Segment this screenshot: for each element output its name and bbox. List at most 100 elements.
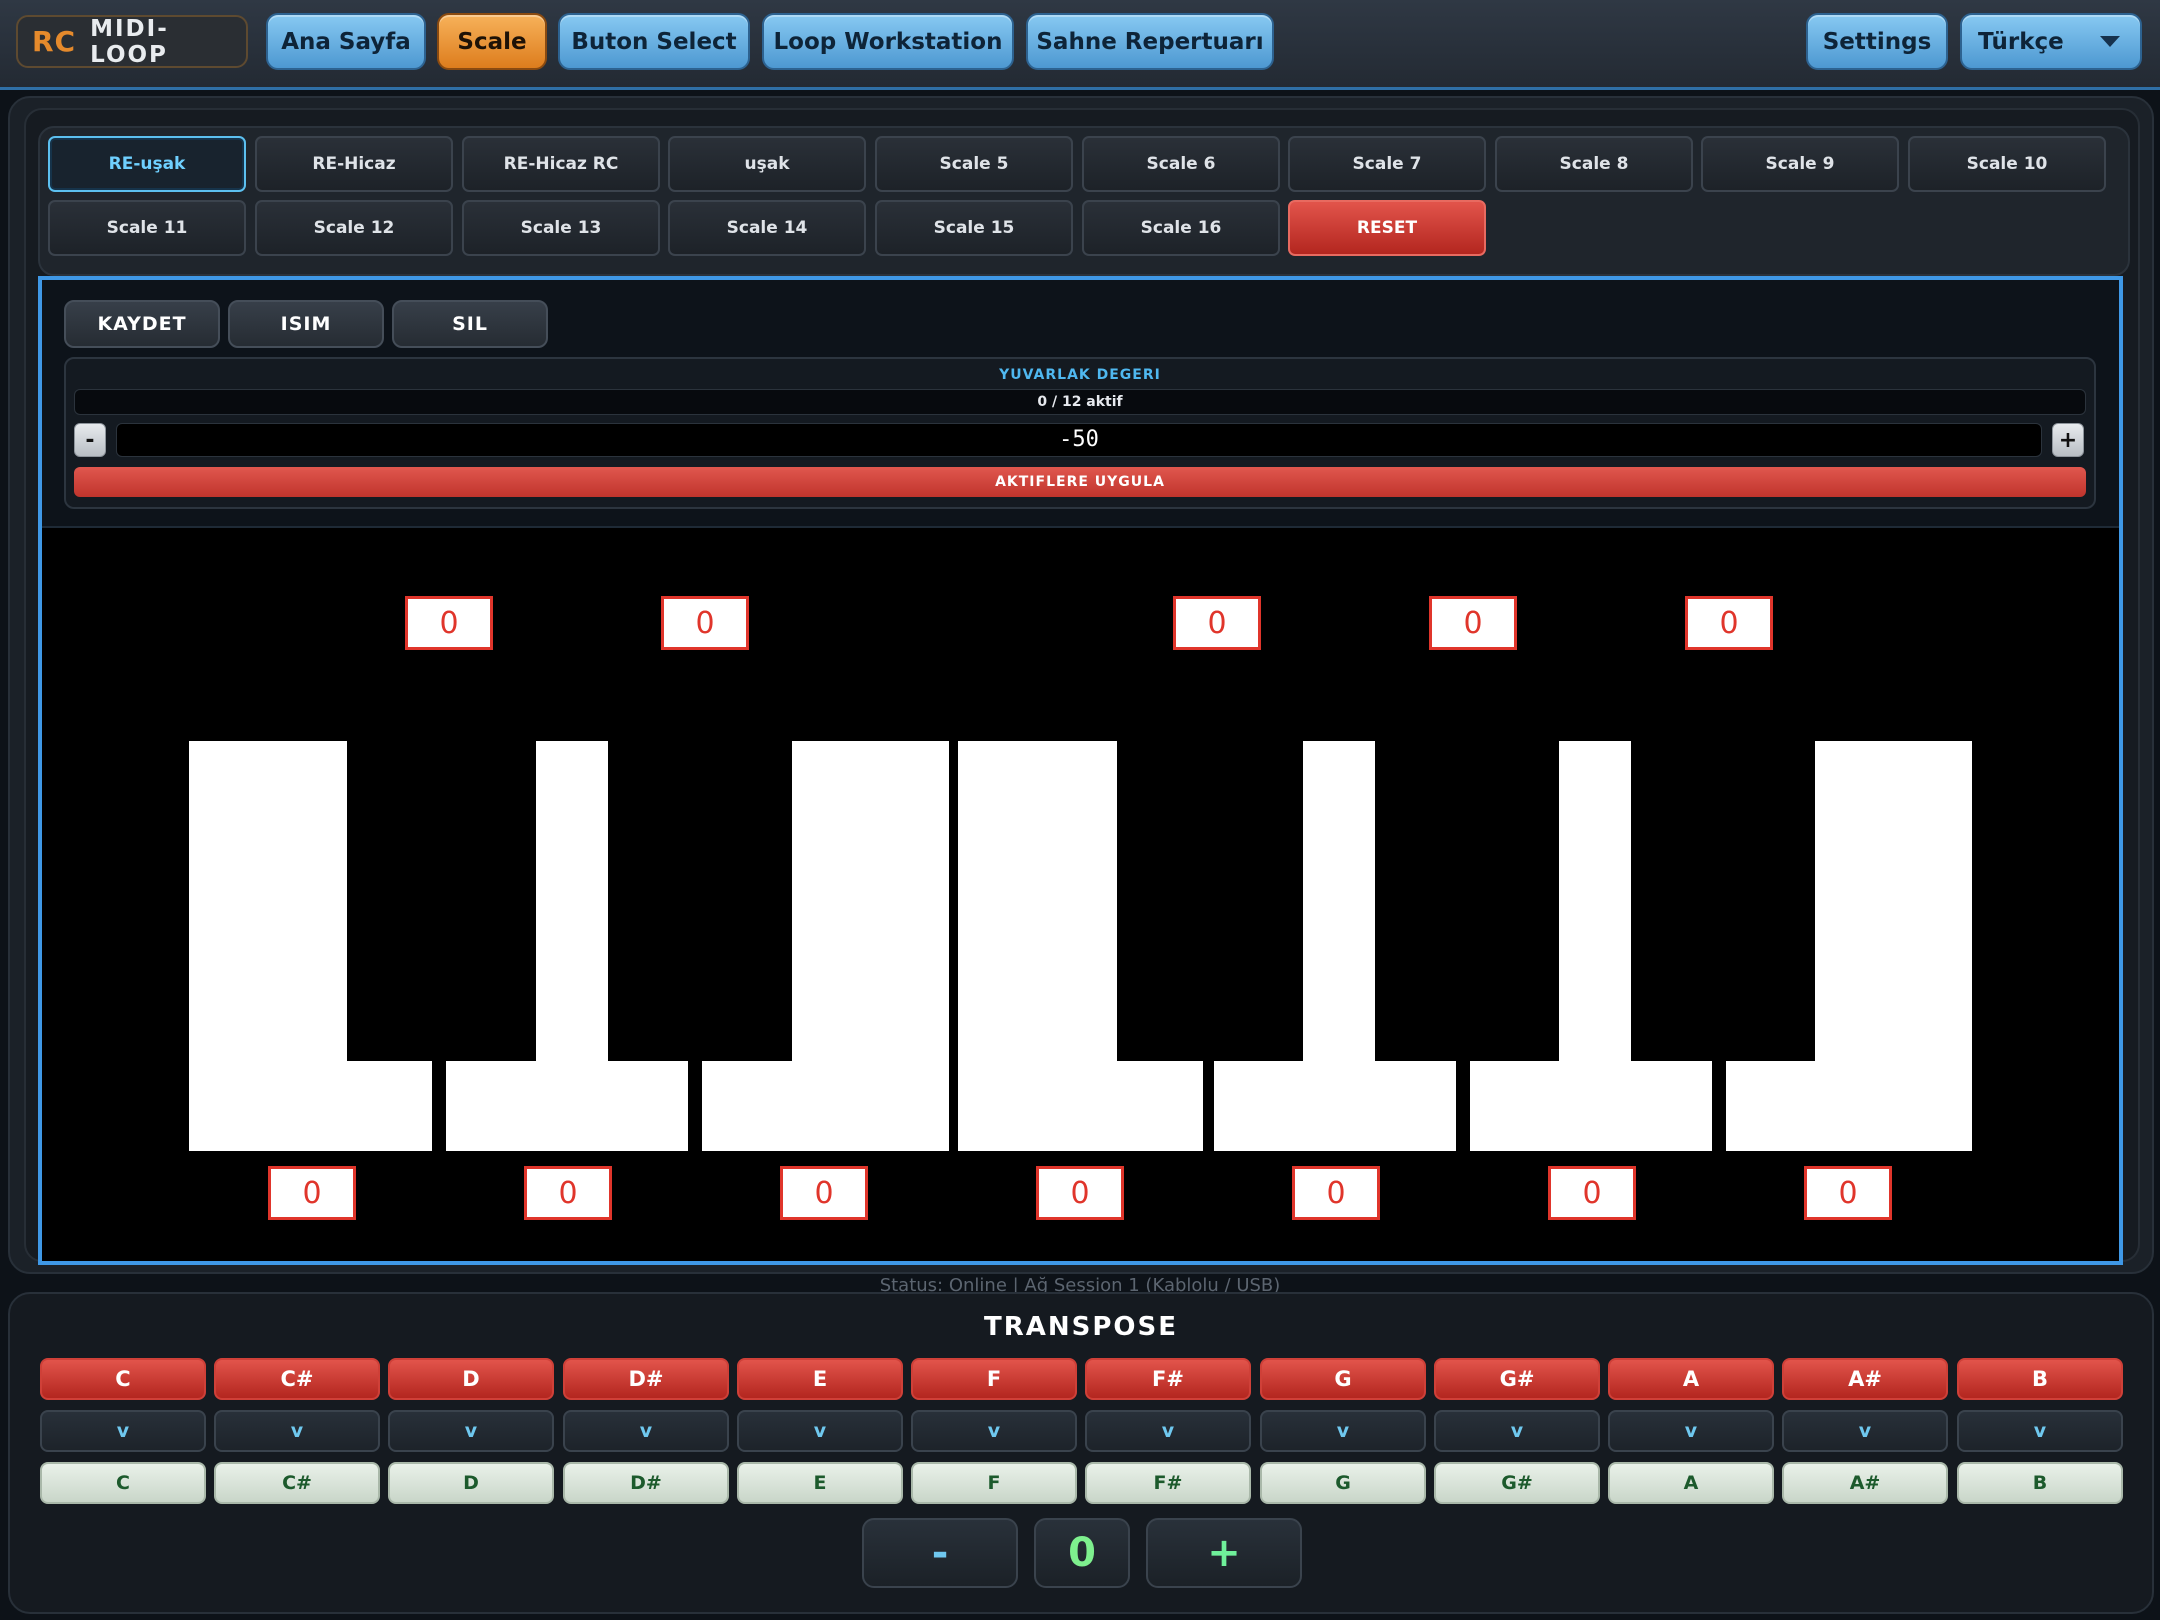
piano-key-a[interactable] [1559, 741, 1631, 1061]
transpose-arrow-a: v [1608, 1410, 1774, 1452]
editor-toolbar: KAYDET ISIM SIL YUVARLAK DEGERI 0 / 12 a… [42, 280, 2119, 528]
white-key-value-a[interactable]: 0 [1548, 1166, 1636, 1220]
logo-rc: RC [32, 25, 77, 58]
transpose-target-f[interactable]: F [911, 1462, 1077, 1504]
scale-button-9[interactable]: Scale 9 [1701, 136, 1899, 192]
round-value-field[interactable]: -50 [116, 423, 2042, 457]
nav-scale[interactable]: Scale [437, 13, 547, 70]
reset-button[interactable]: RESET [1288, 200, 1486, 256]
piano-key-g-base[interactable] [1214, 1061, 1456, 1151]
scale-button-12[interactable]: Scale 12 [255, 200, 453, 256]
piano-key-e[interactable] [792, 741, 949, 1151]
scale-button-10[interactable]: Scale 10 [1908, 136, 2106, 192]
transpose-arrow-b: v [1957, 1410, 2123, 1452]
transpose-source-c-sharp[interactable]: C# [214, 1358, 380, 1400]
transpose-arrow-e: v [737, 1410, 903, 1452]
black-key-value-f-sharp[interactable]: 0 [1173, 596, 1261, 650]
white-key-value-g[interactable]: 0 [1292, 1166, 1380, 1220]
black-key-value-a-sharp[interactable]: 0 [1685, 596, 1773, 650]
black-key-value-c-sharp[interactable]: 0 [405, 596, 493, 650]
scale-button-4[interactable]: uşak [668, 136, 866, 192]
transpose-target-a[interactable]: A [1608, 1462, 1774, 1504]
transpose-target-g[interactable]: G [1260, 1462, 1426, 1504]
scale-editor: KAYDET ISIM SIL YUVARLAK DEGERI 0 / 12 a… [38, 276, 2123, 1265]
transpose-target-c-sharp[interactable]: C# [214, 1462, 380, 1504]
scale-button-16[interactable]: Scale 16 [1082, 200, 1280, 256]
white-key-value-b[interactable]: 0 [1804, 1166, 1892, 1220]
piano-key-f-base[interactable] [1117, 1061, 1203, 1151]
piano-key-b[interactable] [1815, 741, 1972, 1151]
piano-key-a-base[interactable] [1470, 1061, 1712, 1151]
scale-button-8[interactable]: Scale 8 [1495, 136, 1693, 192]
piano-key-e-base[interactable] [702, 1061, 792, 1151]
piano-key-c[interactable] [189, 741, 347, 1151]
transpose-source-f[interactable]: F [911, 1358, 1077, 1400]
scale-button-2[interactable]: RE-Hicaz [255, 136, 453, 192]
transpose-target-a-sharp[interactable]: A# [1782, 1462, 1948, 1504]
piano-key-d-base[interactable] [446, 1061, 688, 1151]
black-key-value-g-sharp[interactable]: 0 [1429, 596, 1517, 650]
transpose-arrow-g-sharp: v [1434, 1410, 1600, 1452]
decrement-button[interactable]: - [74, 423, 106, 457]
transpose-source-c[interactable]: C [40, 1358, 206, 1400]
scale-button-14[interactable]: Scale 14 [668, 200, 866, 256]
transpose-source-d-sharp[interactable]: D# [563, 1358, 729, 1400]
transpose-source-f-sharp[interactable]: F# [1085, 1358, 1251, 1400]
scale-button-5[interactable]: Scale 5 [875, 136, 1073, 192]
transpose-target-d[interactable]: D [388, 1462, 554, 1504]
transpose-arrow-c: v [40, 1410, 206, 1452]
scale-button-7[interactable]: Scale 7 [1288, 136, 1486, 192]
nav-buton-select[interactable]: Buton Select [558, 13, 750, 70]
language-select[interactable]: Türkçe [1960, 13, 2142, 70]
transpose-source-g[interactable]: G [1260, 1358, 1426, 1400]
save-button[interactable]: KAYDET [64, 300, 220, 348]
transpose-title: TRANSPOSE [983, 1312, 1178, 1342]
transpose-target-f-sharp[interactable]: F# [1085, 1462, 1251, 1504]
black-key-value-d-sharp[interactable]: 0 [661, 596, 749, 650]
scale-button-13[interactable]: Scale 13 [462, 200, 660, 256]
nav-ana-sayfa[interactable]: Ana Sayfa [266, 13, 426, 70]
nav-sahne-repertuari[interactable]: Sahne Repertuarı [1026, 13, 1274, 70]
piano-key-d[interactable] [536, 741, 608, 1061]
round-value-panel: YUVARLAK DEGERI 0 / 12 aktif - -50 + AKT… [64, 357, 2096, 509]
transpose-plus-button[interactable]: + [1146, 1518, 1302, 1588]
scale-button-15[interactable]: Scale 15 [875, 200, 1073, 256]
rename-button[interactable]: ISIM [228, 300, 384, 348]
transpose-arrow-a-sharp: v [1782, 1410, 1948, 1452]
piano-key-f[interactable] [958, 741, 1117, 1151]
transpose-arrow-g: v [1260, 1410, 1426, 1452]
apply-to-active-button[interactable]: AKTIFLERE UYGULA [74, 467, 2086, 497]
delete-button[interactable]: SIL [392, 300, 548, 348]
settings-button[interactable]: Settings [1806, 13, 1948, 70]
scale-button-1[interactable]: RE-uşak [48, 136, 246, 192]
transpose-panel: TRANSPOSE C C# D D# E F F# G G# A A# B v… [8, 1292, 2154, 1614]
white-key-value-e[interactable]: 0 [780, 1166, 868, 1220]
transpose-arrow-f: v [911, 1410, 1077, 1452]
piano-key-b-base[interactable] [1726, 1061, 1815, 1151]
logo-name: MIDI-LOOP [90, 15, 169, 68]
transpose-source-d[interactable]: D [388, 1358, 554, 1400]
piano-key-c-base[interactable] [347, 1061, 432, 1151]
scale-button-11[interactable]: Scale 11 [48, 200, 246, 256]
transpose-source-a[interactable]: A [1608, 1358, 1774, 1400]
white-key-value-d[interactable]: 0 [524, 1166, 612, 1220]
white-key-value-c[interactable]: 0 [268, 1166, 356, 1220]
scale-button-6[interactable]: Scale 6 [1082, 136, 1280, 192]
transpose-value: 0 [1034, 1518, 1130, 1588]
round-value-title: YUVARLAK DEGERI [999, 367, 1161, 383]
transpose-source-g-sharp[interactable]: G# [1434, 1358, 1600, 1400]
transpose-target-d-sharp[interactable]: D# [563, 1462, 729, 1504]
transpose-target-e[interactable]: E [737, 1462, 903, 1504]
transpose-source-b[interactable]: B [1957, 1358, 2123, 1400]
transpose-source-a-sharp[interactable]: A# [1782, 1358, 1948, 1400]
transpose-source-e[interactable]: E [737, 1358, 903, 1400]
transpose-target-b[interactable]: B [1957, 1462, 2123, 1504]
nav-loop-workstation[interactable]: Loop Workstation [762, 13, 1014, 70]
scale-button-3[interactable]: RE-Hicaz RC [462, 136, 660, 192]
piano-key-g[interactable] [1303, 741, 1375, 1061]
white-key-value-f[interactable]: 0 [1036, 1166, 1124, 1220]
increment-button[interactable]: + [2052, 423, 2084, 457]
transpose-target-c[interactable]: C [40, 1462, 206, 1504]
transpose-minus-button[interactable]: - [862, 1518, 1018, 1588]
transpose-target-g-sharp[interactable]: G# [1434, 1462, 1600, 1504]
